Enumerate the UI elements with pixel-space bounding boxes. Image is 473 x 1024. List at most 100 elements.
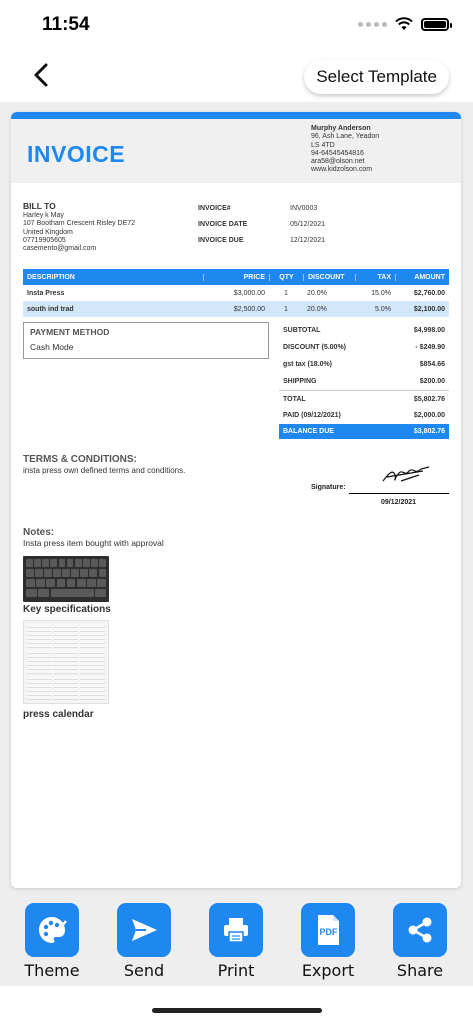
share-label: Share — [396, 961, 444, 980]
table-row: Insta Press $3,000.00 1 20.0% 15.0% $2,7… — [23, 285, 449, 301]
signature-image — [382, 466, 430, 482]
totals-key: BALANCE DUE — [283, 428, 334, 435]
meta-key: INVOICE# — [198, 205, 231, 212]
status-icons — [358, 17, 452, 31]
items-table-header: DESCRIPTION PRICE QTY DISCOUNT TAX AMOUN… — [23, 269, 449, 285]
select-template-button[interactable]: Select Template — [304, 60, 449, 94]
client-email: casemento@gmail.com — [23, 245, 97, 253]
attachment-caption: press calendar — [23, 709, 94, 720]
send-icon — [117, 903, 171, 957]
totals-row: PAID (09/12/2021) $2,000.00 — [279, 407, 449, 424]
item-description: Insta Press — [27, 289, 65, 297]
send-label: Send — [123, 961, 165, 980]
totals-value: - $249.90 — [415, 344, 445, 351]
theme-button[interactable]: Theme — [17, 903, 87, 980]
print-label: Print — [217, 961, 255, 980]
meta-row: INVOICE DATE 05/12/2021 — [198, 221, 325, 237]
client-country: United Kingdom — [23, 228, 73, 236]
invoice-header: INVOICE Murphy Anderson 96, Ash Lane, Ye… — [11, 119, 461, 183]
bill-to-label: BILL TO — [23, 201, 56, 211]
header-qty: QTY — [269, 273, 303, 281]
totals-value: $854.66 — [419, 361, 445, 368]
company-info: Murphy Anderson 96, Ash Lane, Yeadon LS … — [311, 125, 379, 175]
payment-method-box: PAYMENT METHOD Cash Mode — [23, 322, 269, 359]
item-price: $2,500.00 — [233, 305, 265, 313]
meta-value: 05/12/2021 — [290, 221, 326, 228]
bottom-toolbar: Theme Send Print PDF Export Share — [0, 898, 473, 986]
bill-to-section: BILL TO Harley k May 107 Bootham Crescen… — [23, 202, 135, 253]
item-tax: 15.0% — [371, 289, 391, 297]
item-description: south ind trad — [27, 305, 74, 313]
totals-key: PAID (09/12/2021) — [283, 412, 341, 419]
item-qty: 1 — [284, 289, 288, 297]
export-button[interactable]: PDF Export — [293, 903, 363, 980]
notes-label: Notes: — [23, 527, 55, 538]
item-discount: 20.0% — [307, 305, 327, 313]
print-button[interactable]: Print — [201, 903, 271, 980]
meta-row: INVOICE DUE 12/12/2021 — [198, 237, 325, 253]
notes-text: Insta press item bought with approval — [23, 538, 164, 548]
header-price: PRICE — [203, 273, 269, 281]
meta-key: INVOICE DUE — [198, 237, 244, 244]
totals-value: $3,802.76 — [413, 428, 445, 435]
printer-icon — [209, 903, 263, 957]
totals-section: SUBTOTAL $4,998.00 DISCOUNT (5.00%) - $2… — [279, 322, 449, 439]
totals-row: TOTAL $5,802.76 — [279, 390, 449, 407]
client-name: Harley k May — [23, 212, 64, 220]
signature-line — [349, 493, 449, 494]
status-bar: 11:54 — [0, 0, 473, 52]
company-phone: 94-64545454816 — [311, 149, 364, 157]
balance-due-row: BALANCE DUE $3,802.76 — [279, 424, 449, 439]
invoice-accent-bar — [11, 112, 461, 119]
signature-block: Signature: 09/12/2021 — [311, 466, 451, 517]
item-qty: 1 — [284, 305, 288, 313]
client-phone: 07719905605 — [23, 236, 66, 244]
item-amount: $2,100.00 — [413, 305, 445, 313]
svg-text:PDF: PDF — [320, 927, 339, 937]
totals-value: $2,000.00 — [413, 412, 445, 419]
theme-label: Theme — [24, 961, 80, 980]
invoice-preview-area: INVOICE Murphy Anderson 96, Ash Lane, Ye… — [0, 102, 473, 898]
signature-date: 09/12/2021 — [381, 499, 417, 506]
home-indicator[interactable] — [152, 1008, 322, 1013]
totals-value: $4,998.00 — [413, 327, 445, 334]
item-amount: $2,760.00 — [413, 289, 445, 297]
totals-row: SHIPPING $200.00 — [279, 373, 449, 390]
invoice-card: INVOICE Murphy Anderson 96, Ash Lane, Ye… — [11, 112, 461, 888]
totals-value: $200.00 — [419, 378, 445, 385]
payment-method-value: Cash Mode — [30, 342, 74, 352]
header-tax: TAX — [355, 273, 395, 281]
company-address-line1: 96, Ash Lane, Yeadon — [311, 133, 380, 141]
back-chevron-icon[interactable] — [28, 60, 58, 90]
signal-icon — [358, 21, 387, 27]
calendar-attachment-image[interactable] — [23, 620, 109, 704]
send-button[interactable]: Send — [109, 903, 179, 980]
totals-key: TOTAL — [283, 395, 306, 403]
wifi-icon — [395, 17, 413, 30]
header-amount: AMOUNT — [395, 273, 449, 281]
payment-method-label: PAYMENT METHOD — [30, 327, 110, 337]
share-button[interactable]: Share — [385, 903, 455, 980]
terms-text: insta press own defined terms and condit… — [23, 466, 186, 475]
totals-key: DISCOUNT (5.00%) — [283, 344, 347, 351]
items-table: DESCRIPTION PRICE QTY DISCOUNT TAX AMOUN… — [23, 269, 449, 317]
export-label: Export — [301, 961, 355, 980]
terms-label: TERMS & CONDITIONS: — [23, 454, 137, 465]
palette-icon — [25, 903, 79, 957]
item-discount: 20.0% — [307, 289, 327, 297]
client-address: 107 Bootham Crescent Risley DE72 — [23, 220, 136, 228]
share-icon — [393, 903, 447, 957]
company-email: ara58@olson.net — [311, 158, 365, 166]
totals-row: DISCOUNT (5.00%) - $249.90 — [279, 339, 449, 356]
table-row: south ind trad $2,500.00 1 20.0% 5.0% $2… — [23, 301, 449, 317]
meta-key: INVOICE DATE — [198, 221, 248, 228]
item-tax: 5.0% — [375, 305, 391, 313]
pdf-icon: PDF — [301, 903, 355, 957]
totals-value: $5,802.76 — [413, 395, 445, 403]
signature-label: Signature: — [311, 484, 346, 491]
keyboard-attachment-image[interactable] — [23, 556, 109, 602]
company-website: www.kidzolson.com — [311, 166, 373, 174]
meta-value: INV0003 — [290, 205, 318, 212]
item-price: $3,000.00 — [233, 289, 265, 297]
invoice-title: INVOICE — [27, 141, 126, 167]
